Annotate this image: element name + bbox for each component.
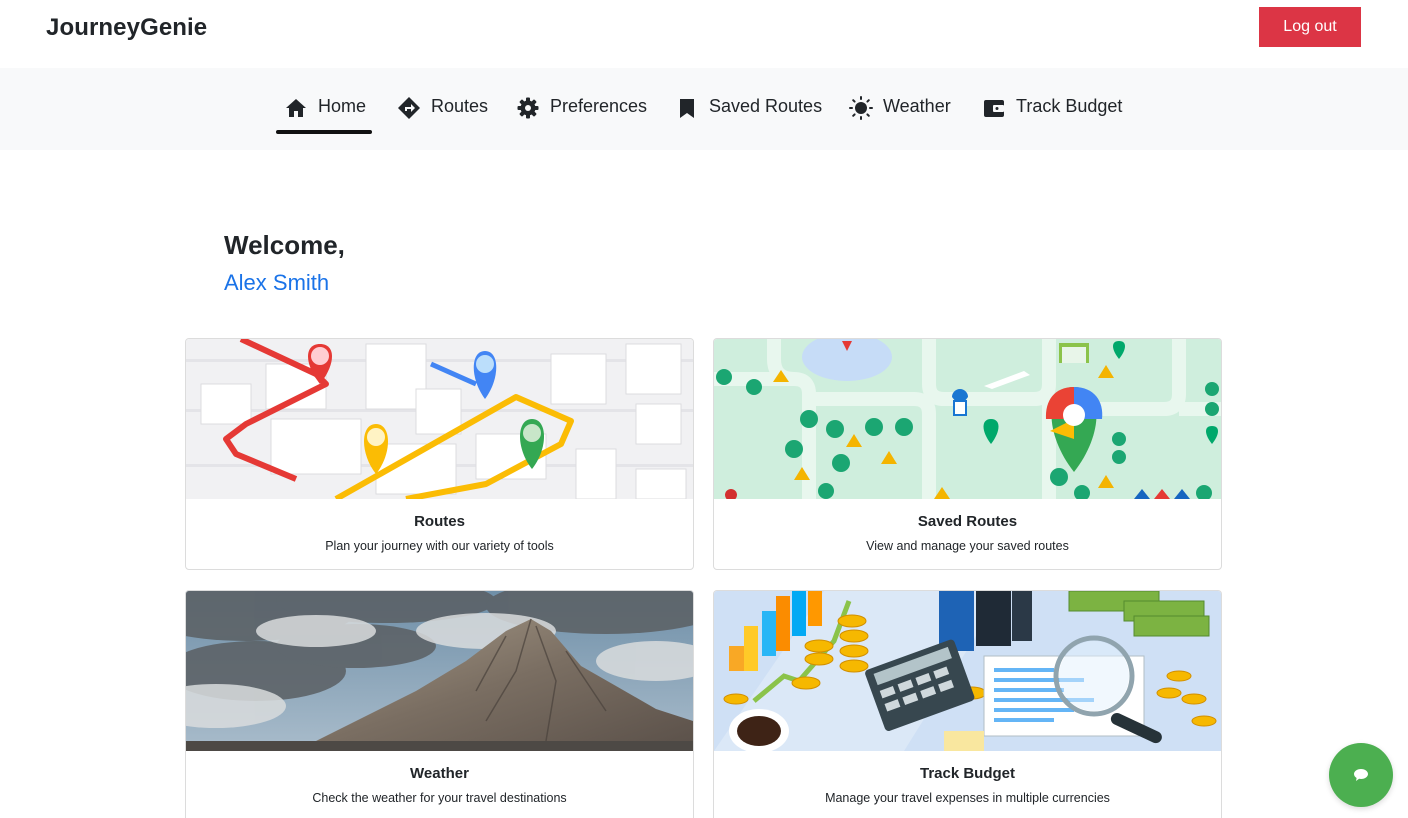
wallet-icon <box>984 100 1004 117</box>
sun-icon <box>849 96 873 120</box>
nav-item-track-budget[interactable]: Track Budget <box>982 92 1122 136</box>
card-track-budget[interactable]: Track Budget Manage your travel expenses… <box>713 590 1222 818</box>
nav-label-saved-routes: Saved Routes <box>709 96 823 116</box>
nav-label-track-budget: Track Budget <box>1016 96 1123 116</box>
chat-button[interactable] <box>1329 743 1393 807</box>
nav-label-routes: Routes <box>431 96 489 116</box>
card-description: Check the weather for your travel destin… <box>312 791 567 805</box>
card-description: View and manage your saved routes <box>866 539 1069 553</box>
card-routes[interactable]: Routes Plan your journey with our variet… <box>185 338 694 570</box>
main-navbar: Home Routes Preferences Saved Routes Wea… <box>0 68 1408 150</box>
card-weather[interactable]: Weather Check the weather for your trave… <box>185 590 694 818</box>
map-pins-illustration <box>714 339 1221 499</box>
directions-icon <box>398 97 420 119</box>
card-title: Track Budget <box>919 765 1016 782</box>
logout-button[interactable]: Log out <box>1259 7 1361 47</box>
card-title: Saved Routes <box>917 513 1018 530</box>
nav-label-home: Home <box>318 96 367 116</box>
budget-illustration <box>714 591 1221 751</box>
nav-label-preferences: Preferences <box>550 96 648 116</box>
welcome-heading: Welcome, <box>224 230 345 260</box>
card-description: Manage your travel expenses in multiple … <box>825 791 1110 805</box>
nav-item-preferences[interactable]: Preferences <box>516 92 647 136</box>
map-route-illustration <box>186 339 693 499</box>
bookmark-icon <box>680 99 694 118</box>
brand-logo[interactable]: JourneyGenie <box>46 14 207 42</box>
card-title: Routes <box>414 513 465 530</box>
home-icon <box>286 99 306 117</box>
user-name: Alex Smith <box>224 270 330 295</box>
card-description: Plan your journey with our variety of to… <box>325 539 554 553</box>
gear-icon <box>517 97 539 119</box>
nav-item-saved-routes[interactable]: Saved Routes <box>675 92 822 136</box>
nav-item-routes[interactable]: Routes <box>397 92 488 136</box>
top-header: JourneyGenie Log out <box>0 0 1408 68</box>
card-saved-routes[interactable]: Saved Routes View and manage your saved … <box>713 338 1222 570</box>
nav-item-home[interactable]: Home <box>275 92 373 136</box>
card-title: Weather <box>410 765 469 782</box>
nav-item-weather[interactable]: Weather <box>849 92 951 136</box>
mountain-photo <box>186 591 693 751</box>
nav-label-weather: Weather <box>883 96 951 116</box>
chat-icon <box>1354 769 1368 781</box>
